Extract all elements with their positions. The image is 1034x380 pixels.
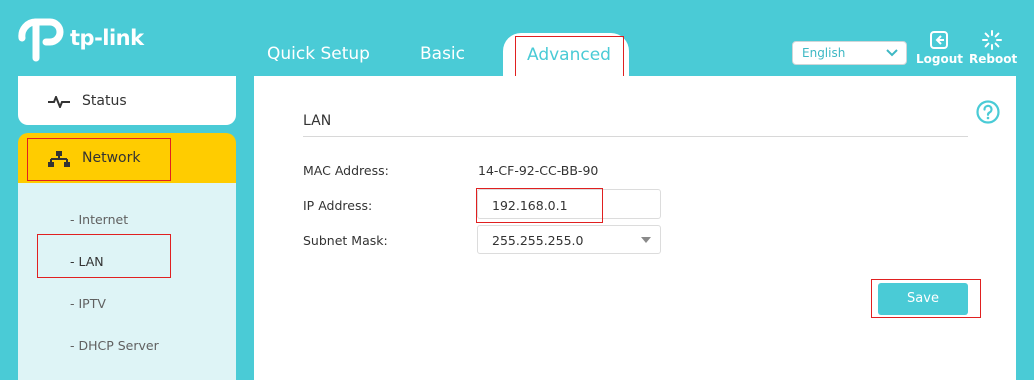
submenu-item-iptv[interactable]: - IPTV (70, 296, 106, 311)
sidebar-item-label: Status (82, 93, 127, 109)
sidebar-item-network[interactable]: Network (18, 133, 236, 183)
ip-address-input[interactable]: 192.168.0.1 (477, 189, 661, 219)
ip-address-label: IP Address: (303, 198, 373, 213)
section-divider (303, 136, 968, 137)
logout-icon (930, 31, 948, 49)
submenu-item-dhcp-server[interactable]: - DHCP Server (70, 338, 159, 353)
tp-link-logo-icon (18, 18, 64, 62)
dropdown-arrow-icon (641, 237, 651, 243)
tab-basic[interactable]: Basic (420, 44, 465, 64)
reboot-label: Reboot (969, 52, 1018, 66)
subnet-mask-label: Subnet Mask: (303, 233, 388, 248)
network-icon (48, 151, 70, 167)
tab-advanced[interactable]: Advanced (503, 33, 629, 77)
tab-quick-setup[interactable]: Quick Setup (267, 44, 370, 64)
reboot-button[interactable]: Reboot (969, 30, 1018, 66)
chevron-down-icon (886, 49, 898, 57)
section-title: LAN (303, 113, 332, 129)
sidebar-item-label: Network (82, 150, 141, 166)
logout-button[interactable]: Logout (916, 30, 964, 66)
mac-address-value: 14-CF-92-CC-BB-90 (478, 163, 599, 178)
tp-link-logo[interactable]: tp-link (18, 14, 158, 64)
save-button[interactable]: Save (878, 283, 968, 315)
network-submenu: - Internet - LAN - IPTV - DHCP Server (18, 183, 236, 380)
subnet-mask-select[interactable]: 255.255.255.0 (477, 225, 661, 254)
language-select-value: English (802, 46, 846, 60)
logout-label: Logout (916, 52, 964, 66)
sidebar-item-status[interactable]: Status (18, 76, 236, 125)
ip-address-value: 192.168.0.1 (492, 198, 568, 213)
pulse-icon (48, 96, 70, 108)
submenu-item-lan[interactable]: - LAN (70, 254, 104, 269)
save-button-label: Save (907, 291, 939, 306)
subnet-mask-value: 255.255.255.0 (492, 233, 584, 248)
help-icon[interactable] (976, 100, 1000, 124)
tab-advanced-label: Advanced (527, 45, 611, 65)
brand-name: tp-link (70, 26, 144, 50)
reboot-icon (982, 30, 1002, 50)
language-select[interactable]: English (792, 41, 907, 65)
mac-address-label: MAC Address: (303, 163, 389, 178)
submenu-item-internet[interactable]: - Internet (70, 212, 128, 227)
